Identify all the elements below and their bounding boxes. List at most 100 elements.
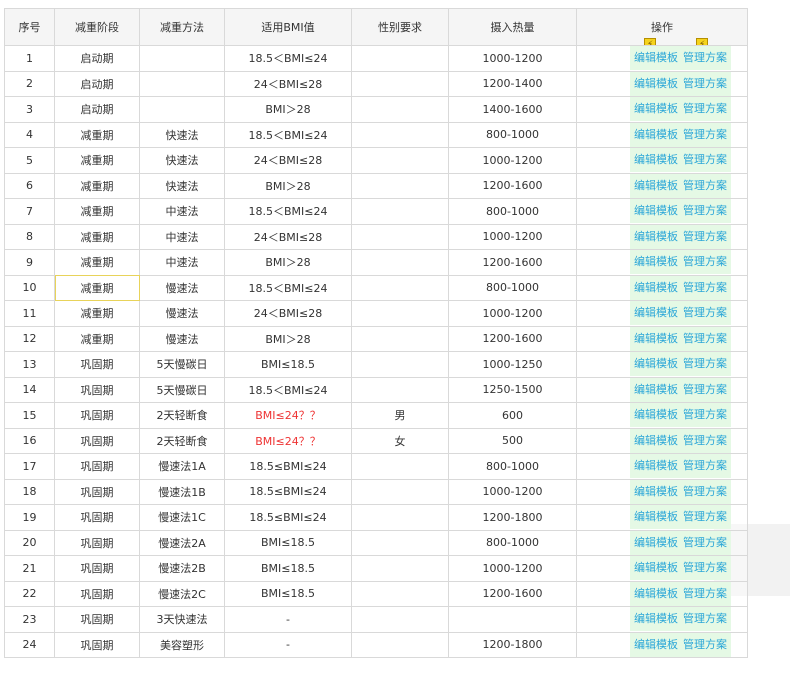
manage-plan-link[interactable]: 管理方案	[683, 459, 727, 472]
row-kcal: 600	[448, 402, 577, 429]
edit-template-link[interactable]: 编辑模板	[634, 255, 678, 268]
manage-plan-link[interactable]: 管理方案	[683, 128, 727, 141]
manage-plan-link[interactable]: 管理方案	[683, 536, 727, 549]
manage-plan-link[interactable]: 管理方案	[683, 281, 727, 294]
row-actions: 编辑模板 管理方案	[576, 351, 748, 378]
manage-plan-link[interactable]: 管理方案	[683, 230, 727, 243]
row-no: 23	[4, 606, 55, 633]
edit-template-link[interactable]: 编辑模板	[634, 77, 678, 90]
row-bmi: BMI≤18.5	[224, 555, 352, 582]
manage-plan-link[interactable]: 管理方案	[683, 204, 727, 217]
actions-cell: 编辑模板 管理方案	[630, 46, 731, 71]
row-actions: 编辑模板 管理方案	[576, 70, 748, 97]
table-row: 22 巩固期 慢速法2C BMI≤18.5 1200-1600 编辑模板 管理方案	[4, 580, 748, 607]
row-no: 14	[4, 376, 55, 403]
row-actions: 编辑模板 管理方案	[576, 147, 748, 174]
manage-plan-link[interactable]: 管理方案	[683, 306, 727, 319]
table-row: 18 巩固期 慢速法1B 18.5≤BMI≤24 1000-1200 编辑模板 管理方案	[4, 478, 748, 505]
row-no: 22	[4, 580, 55, 607]
table-row: 16 巩固期 2天轻断食 BMI≤24？？女 500 编辑模板 管理方案	[4, 427, 748, 454]
table-row: 3 启动期 BMI＞28 1400-1600 编辑模板 管理方案	[4, 96, 748, 123]
row-stage: 启动期	[54, 45, 140, 72]
row-no: 18	[4, 478, 55, 505]
edit-template-link[interactable]: 编辑模板	[634, 638, 678, 651]
edit-template-link[interactable]: 编辑模板	[634, 204, 678, 217]
edit-template-link[interactable]: 编辑模板	[634, 357, 678, 370]
manage-plan-link[interactable]: 管理方案	[683, 51, 727, 64]
table-row: 24 巩固期 美容塑形 - 1200-1800 编辑模板 管理方案	[4, 631, 748, 658]
edit-template-link[interactable]: 编辑模板	[634, 306, 678, 319]
manage-plan-link[interactable]: 管理方案	[683, 434, 727, 447]
table-row: 5 减重期 快速法 24＜BMI≤28 1000-1200 编辑模板 管理方案	[4, 147, 748, 174]
manage-plan-link[interactable]: 管理方案	[683, 485, 727, 498]
edit-template-link[interactable]: 编辑模板	[634, 383, 678, 396]
edit-template-link[interactable]: 编辑模板	[634, 434, 678, 447]
table-row: 2 启动期 24＜BMI≤28 1200-1400 编辑模板 管理方案	[4, 70, 748, 97]
manage-plan-link[interactable]: 管理方案	[683, 179, 727, 192]
edit-template-link[interactable]: 编辑模板	[634, 281, 678, 294]
table-row: 15 巩固期 2天轻断食 BMI≤24？？男 600 编辑模板 管理方案	[4, 402, 748, 429]
edit-template-link[interactable]: 编辑模板	[634, 485, 678, 498]
manage-plan-link[interactable]: 管理方案	[683, 255, 727, 268]
row-kcal: 1000-1250	[448, 351, 577, 378]
manage-plan-link[interactable]: 管理方案	[683, 77, 727, 90]
manage-plan-link[interactable]: 管理方案	[683, 561, 727, 574]
row-bmi: 24＜BMI≤28	[224, 300, 352, 327]
edit-template-link[interactable]: 编辑模板	[634, 128, 678, 141]
row-bmi: BMI＞28	[224, 96, 352, 123]
row-gender	[351, 580, 449, 607]
row-kcal: 1250-1500	[448, 376, 577, 403]
edit-template-link[interactable]: 编辑模板	[634, 612, 678, 625]
edit-template-link[interactable]: 编辑模板	[634, 51, 678, 64]
row-kcal: 800-1000	[448, 198, 577, 225]
actions-cell: 编辑模板 管理方案	[630, 428, 731, 453]
edit-template-link[interactable]: 编辑模板	[634, 459, 678, 472]
edit-template-link[interactable]: 编辑模板	[634, 536, 678, 549]
manage-plan-link[interactable]: 管理方案	[683, 587, 727, 600]
lightning-icon[interactable]: ⚡	[696, 38, 708, 45]
row-bmi: BMI≤18.5	[224, 580, 352, 607]
actions-cell: 编辑模板 管理方案	[630, 122, 731, 147]
manage-plan-link[interactable]: 管理方案	[683, 408, 727, 421]
manage-plan-link[interactable]: 管理方案	[683, 510, 727, 523]
edit-template-link[interactable]: 编辑模板	[634, 587, 678, 600]
row-actions: 编辑模板 管理方案	[576, 478, 748, 505]
lightning-icon[interactable]: ⚡	[644, 38, 656, 45]
row-stage: 巩固期	[54, 402, 140, 429]
edit-template-link[interactable]: 编辑模板	[634, 153, 678, 166]
manage-plan-link[interactable]: 管理方案	[683, 357, 727, 370]
row-gender	[351, 172, 449, 199]
edit-template-link[interactable]: 编辑模板	[634, 408, 678, 421]
edit-template-link[interactable]: 编辑模板	[634, 510, 678, 523]
row-stage: 减重期	[54, 300, 140, 327]
row-bmi: BMI＞28	[224, 172, 352, 199]
row-bmi: 18.5≤BMI≤24	[224, 453, 352, 480]
edit-template-link[interactable]: 编辑模板	[634, 179, 678, 192]
actions-cell: 编辑模板 管理方案	[630, 607, 731, 632]
edit-template-link[interactable]: 编辑模板	[634, 561, 678, 574]
actions-cell: 编辑模板 管理方案	[630, 581, 731, 606]
header-gender: 性别要求	[351, 8, 449, 46]
actions-cell: 编辑模板 管理方案	[630, 377, 731, 402]
row-gender	[351, 274, 449, 301]
row-stage: 巩固期	[54, 453, 140, 480]
manage-plan-link[interactable]: 管理方案	[683, 383, 727, 396]
manage-plan-link[interactable]: 管理方案	[683, 332, 727, 345]
manage-plan-link[interactable]: 管理方案	[683, 153, 727, 166]
row-kcal: 1200-1600	[448, 249, 577, 276]
edit-template-link[interactable]: 编辑模板	[634, 230, 678, 243]
row-kcal: 1000-1200	[448, 300, 577, 327]
row-gender	[351, 223, 449, 250]
row-no: 13	[4, 351, 55, 378]
table-row: 7 减重期 中速法 18.5＜BMI≤24 800-1000 编辑模板 管理方案	[4, 198, 748, 225]
row-bmi: BMI＞28	[224, 325, 352, 352]
manage-plan-link[interactable]: 管理方案	[683, 102, 727, 115]
manage-plan-link[interactable]: 管理方案	[683, 638, 727, 651]
header-actions-label: 操作	[651, 21, 673, 34]
header-actions: 操作 ⚡ ⚡	[576, 8, 748, 46]
row-actions: 编辑模板 管理方案	[576, 376, 748, 403]
row-kcal: 1200-1400	[448, 70, 577, 97]
manage-plan-link[interactable]: 管理方案	[683, 612, 727, 625]
edit-template-link[interactable]: 编辑模板	[634, 332, 678, 345]
edit-template-link[interactable]: 编辑模板	[634, 102, 678, 115]
